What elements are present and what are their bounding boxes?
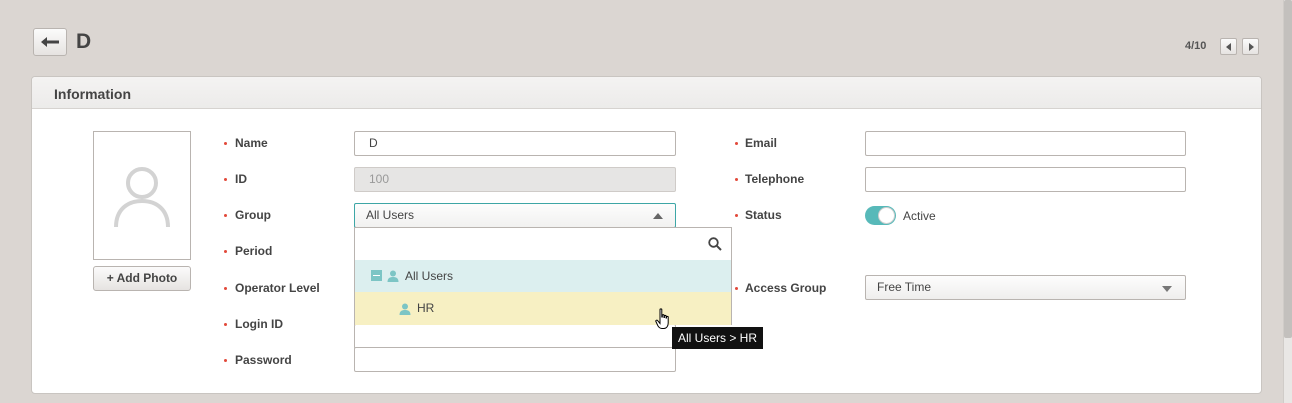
- caret-up-icon: [653, 213, 663, 219]
- telephone-label: Telephone: [745, 172, 805, 186]
- id-label: ID: [235, 172, 247, 186]
- user-group-icon: [399, 303, 411, 315]
- panel-header: Information: [32, 77, 1261, 109]
- name-label: Name: [235, 136, 268, 150]
- search-icon: [708, 237, 722, 251]
- required-marker: [224, 214, 227, 217]
- required-marker: [224, 287, 227, 290]
- caret-right-icon: [1248, 42, 1254, 51]
- required-marker: [224, 359, 227, 362]
- group-dropdown: All Users HR: [354, 227, 732, 325]
- user-avatar-icon: [114, 167, 170, 228]
- name-input[interactable]: D: [354, 131, 676, 156]
- access-group-value: Free Time: [877, 280, 932, 294]
- telephone-input[interactable]: [865, 167, 1186, 192]
- hand-cursor-icon: [655, 308, 669, 329]
- period-label: Period: [235, 244, 273, 258]
- email-label: Email: [745, 136, 778, 150]
- scrollbar-thumb[interactable]: [1284, 0, 1292, 338]
- status-toggle[interactable]: [865, 206, 896, 225]
- group-option-label: All Users: [405, 269, 454, 283]
- next-page-button[interactable]: [1242, 38, 1259, 55]
- status-toggle-text: Active: [903, 209, 936, 223]
- panel-title: Information: [54, 86, 131, 102]
- previous-page-button[interactable]: [1220, 38, 1237, 55]
- login-id-label: Login ID: [235, 317, 283, 331]
- toggle-knob: [878, 207, 895, 224]
- required-marker: [735, 178, 738, 181]
- access-group-select[interactable]: Free Time: [865, 275, 1186, 300]
- caret-down-icon: [1162, 286, 1172, 292]
- required-marker: [224, 142, 227, 145]
- required-marker: [735, 287, 738, 290]
- password-label: Password: [235, 353, 292, 367]
- id-input: 100: [354, 167, 676, 192]
- collapse-icon[interactable]: [371, 270, 382, 281]
- required-marker: [735, 214, 738, 217]
- back-button[interactable]: [33, 28, 67, 56]
- group-option-label: HR: [417, 301, 435, 315]
- arrow-left-icon: [41, 37, 59, 47]
- access-group-label: Access Group: [745, 281, 827, 295]
- user-group-icon: [387, 270, 399, 282]
- group-search-input[interactable]: [355, 228, 731, 260]
- required-marker: [224, 323, 227, 326]
- operator-level-label: Operator Level: [235, 281, 320, 295]
- tooltip: All Users > HR: [672, 327, 764, 349]
- add-photo-button[interactable]: + Add Photo: [93, 266, 191, 291]
- group-select[interactable]: All Users: [354, 203, 676, 228]
- pager-position: 4/10: [1185, 40, 1207, 52]
- group-option-hr[interactable]: HR: [355, 292, 731, 325]
- caret-left-icon: [1225, 42, 1231, 51]
- group-select-value: All Users: [366, 208, 415, 222]
- group-label: Group: [235, 208, 271, 222]
- password-input[interactable]: [354, 347, 676, 372]
- required-marker: [224, 178, 227, 181]
- login-id-input[interactable]: [354, 324, 676, 349]
- required-marker: [735, 142, 738, 145]
- email-input[interactable]: [865, 131, 1186, 156]
- status-label: Status: [745, 208, 782, 222]
- required-marker: [224, 250, 227, 253]
- user-photo: [93, 131, 191, 260]
- page-title: D: [76, 30, 92, 53]
- group-option-all-users[interactable]: All Users: [355, 260, 731, 292]
